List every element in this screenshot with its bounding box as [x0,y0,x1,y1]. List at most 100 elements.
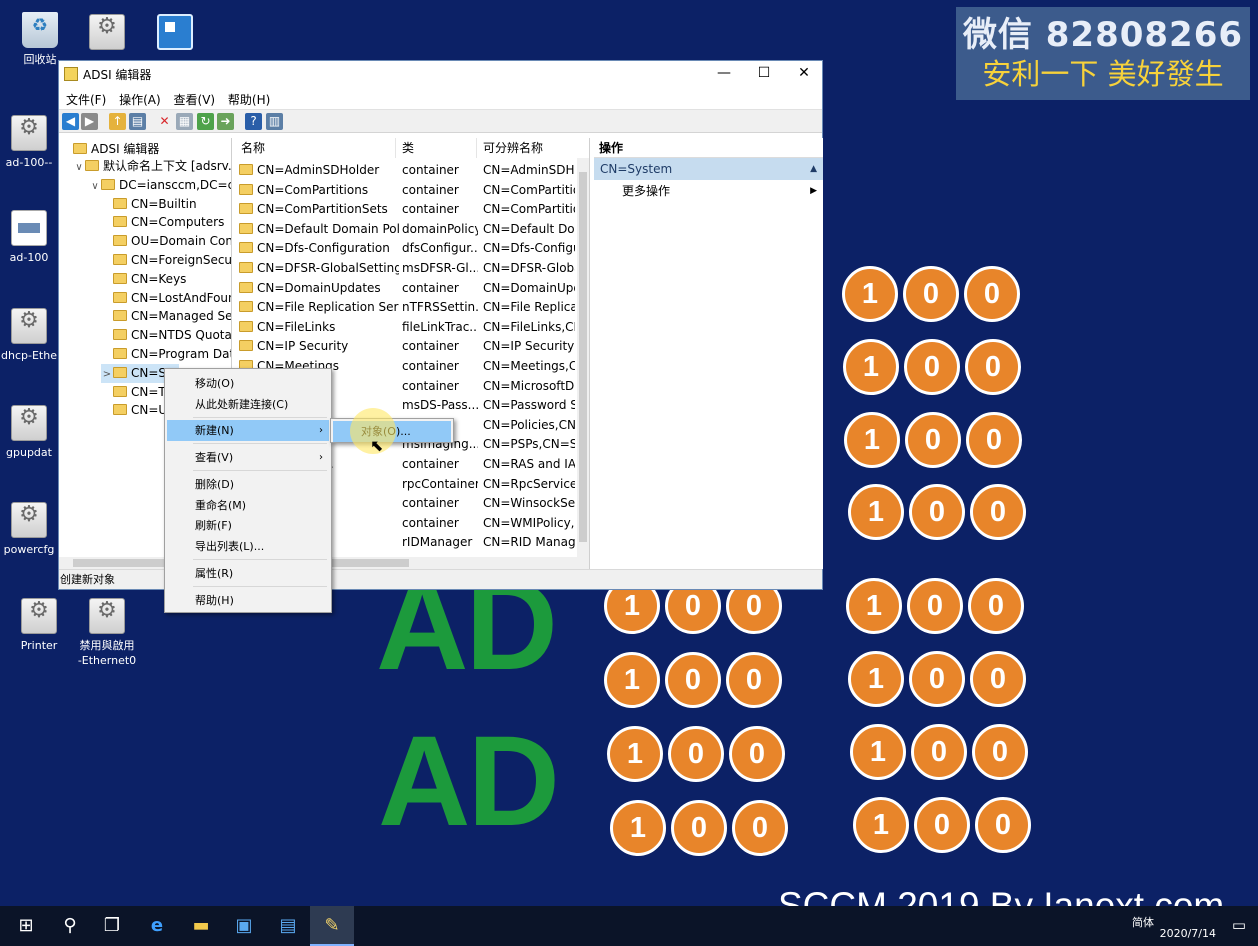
more-actions-item[interactable]: 更多操作 ▶ [594,180,823,202]
ctx-new-connection[interactable]: 从此处新建连接(C) [167,394,329,415]
ctx-help[interactable]: 帮助(H) [167,590,329,611]
tree-node[interactable]: CN=Keys [101,270,186,289]
actions-section-title[interactable]: CN=System ▲ [594,158,823,180]
actions-pane: 操作 CN=System ▲ 更多操作 ▶ [594,138,823,569]
desktop-icon-ad-100-script[interactable]: ad-100-- [0,115,58,170]
ctx-export-list[interactable]: 导出列表(L)... [167,536,329,557]
tree-node[interactable]: CN=TP [101,383,173,402]
desktop-icon-dhcp[interactable]: dhcp-Ethe [0,308,58,363]
taskbar-clock[interactable]: 2020/7/14 [1160,927,1216,940]
tree-node[interactable]: OU=Domain Contro [101,232,231,251]
menu-help[interactable]: 帮助(H) [227,87,276,108]
list-item-dn: CN=FileLinks,CN= [483,319,575,334]
list-item[interactable]: CN=File Replication Servi...nTFRSSettin.… [235,298,589,318]
ctx-properties[interactable]: 属性(R) [167,563,329,584]
list-item[interactable]: CN=ComPartitions container CN=ComPartition [235,181,589,201]
tree-node[interactable]: CN=LostAndFound [101,289,231,308]
adsi-node-icon [85,160,99,171]
list-item[interactable]: CN=ComPartitionSets container CN=ComPartit… [235,200,589,220]
title-bar[interactable]: ADSI 编辑器 — ☐ ✕ [59,61,822,87]
server-manager-icon[interactable]: ▤ [266,906,310,946]
ime-indicator[interactable]: 简体 [1132,914,1154,930]
ctx-new[interactable]: 新建(N) › [167,420,329,441]
folder-icon [239,320,253,332]
tree-node[interactable]: CN=Builtin [101,195,197,214]
ctx-move[interactable]: 移动(O) [167,373,329,394]
list-item-class: msDS-Pass... [402,398,478,413]
list-item-name: CN=File Replication Servi... [239,298,399,318]
column-header-class[interactable]: 类 [396,138,477,158]
ctx-rename[interactable]: 重命名(M) [167,495,329,516]
number-badge: 0 [668,726,724,782]
menu-action[interactable]: 操作(A) [118,87,167,108]
desktop-icon-printer[interactable]: Printer [3,598,75,653]
number-badge: 0 [904,339,960,395]
tree-node[interactable]: CN=U [101,401,167,420]
desktop-icon-ad-100-doc[interactable]: ad-100 [0,210,58,265]
list-vertical-scrollbar[interactable] [577,158,589,557]
tree-node[interactable]: CN=ForeignSecurit [101,251,231,270]
list-item[interactable]: CN=DFSR-GlobalSettings msDFSR-Gl... CN=DFS… [235,259,589,279]
tree-node[interactable]: ∨ 默认命名上下文 [adsrv.ians [73,157,231,177]
edge-browser-icon[interactable]: e [135,906,179,946]
list-item-dn: CN=WMIPolicy,CN [483,515,575,530]
list-item-dn: CN=ComPartition [483,182,575,197]
list-item-dn: CN=Meetings,CN [483,359,575,373]
chevron-right-icon: › [319,425,323,436]
search-icon[interactable]: ⚲ [48,906,92,946]
desktop-icon-gpupdate[interactable]: gpupdat [0,405,58,460]
delete-icon[interactable]: ✕ [156,113,173,130]
file-explorer-icon[interactable]: ▬ [179,906,223,946]
show-hide-action-pane-icon[interactable]: ▥ [266,113,283,130]
list-item[interactable]: CN=AdminSDHolder container CN=AdminSDHold [235,161,589,181]
list-item[interactable]: CN=Dfs-Configuration dfsConfigur... CN=Dfs… [235,239,589,259]
user-manager-icon[interactable]: ▣ [222,906,266,946]
tree-node[interactable]: CN=NTDS Quotas [101,326,231,345]
list-item[interactable]: CN=IP Security container CN=IP Security,CN [235,337,589,357]
number-badge: 0 [671,800,727,856]
tree-node[interactable]: ∨ DC=iansccm,DC=com [89,176,231,196]
up-folder-icon[interactable]: ↑ [109,113,126,130]
menu-view[interactable]: 查看(V) [173,87,222,108]
forward-arrow-icon[interactable]: ▶ [81,113,98,130]
ctx-rename-label: 重命名(M) [195,499,247,512]
list-item[interactable]: CN=DomainUpdates container CN=DomainUpda [235,279,589,299]
expand-toggle-icon[interactable]: ∨ [73,158,85,177]
expand-toggle-icon[interactable]: ∨ [89,177,101,196]
tree-node[interactable]: CN=Managed Serv [101,307,231,326]
refresh-icon[interactable]: ↻ [197,113,214,130]
notification-icon[interactable]: ▭ [1232,916,1246,934]
desktop-icon-gear-file[interactable] [71,14,143,54]
tree-node-label: CN=Builtin [131,196,197,211]
back-arrow-icon[interactable]: ◀ [62,113,79,130]
adsi-taskbar-icon[interactable]: ✎ [310,906,354,946]
windows-start-icon[interactable]: ⊞ [4,906,48,946]
ctx-refresh[interactable]: 刷新(F) [167,515,329,536]
tree-node[interactable]: CN=Computers [101,213,224,232]
desktop-icon-ethernet-toggle[interactable]: 禁用與啟用 -Ethernet0 [71,598,143,668]
close-button[interactable]: ✕ [784,61,824,87]
list-item[interactable]: CN=FileLinks fileLinkTrac... CN=FileLinks,… [235,318,589,338]
properties-icon[interactable]: ▦ [176,113,193,130]
task-view-icon[interactable]: ❐ [90,906,134,946]
number-badge: 0 [965,339,1021,395]
export-list-icon[interactable]: ➜ [217,113,234,130]
list-item-class: container [402,163,459,177]
desktop-icon-recycle-bin[interactable]: 回收站 [4,12,76,67]
tree-node[interactable]: CN=Program Data [101,345,231,364]
desktop-icon-powercfg[interactable]: powercfg [0,502,58,557]
expand-toggle-icon[interactable]: > [101,365,113,384]
minimize-button[interactable]: — [704,61,744,87]
menu-bar: 文件(F) 操作(A) 查看(V) 帮助(H) [59,87,822,109]
help-icon[interactable]: ? [245,113,262,130]
ctx-view[interactable]: 查看(V) › [167,447,329,468]
list-item[interactable]: CN=Default Domain PolicydomainPolicy CN=D… [235,220,589,240]
collapse-arrow-icon[interactable]: ▲ [810,158,817,180]
ctx-delete[interactable]: 删除(D) [167,474,329,495]
column-header-dn[interactable]: 可分辨名称 [477,138,589,158]
column-header-name[interactable]: 名称 [235,138,396,158]
maximize-button[interactable]: ☐ [744,61,784,87]
desktop-icon-shortcut[interactable] [139,14,211,54]
show-hide-tree-icon[interactable]: ▤ [129,113,146,130]
menu-file[interactable]: 文件(F) [65,87,112,108]
